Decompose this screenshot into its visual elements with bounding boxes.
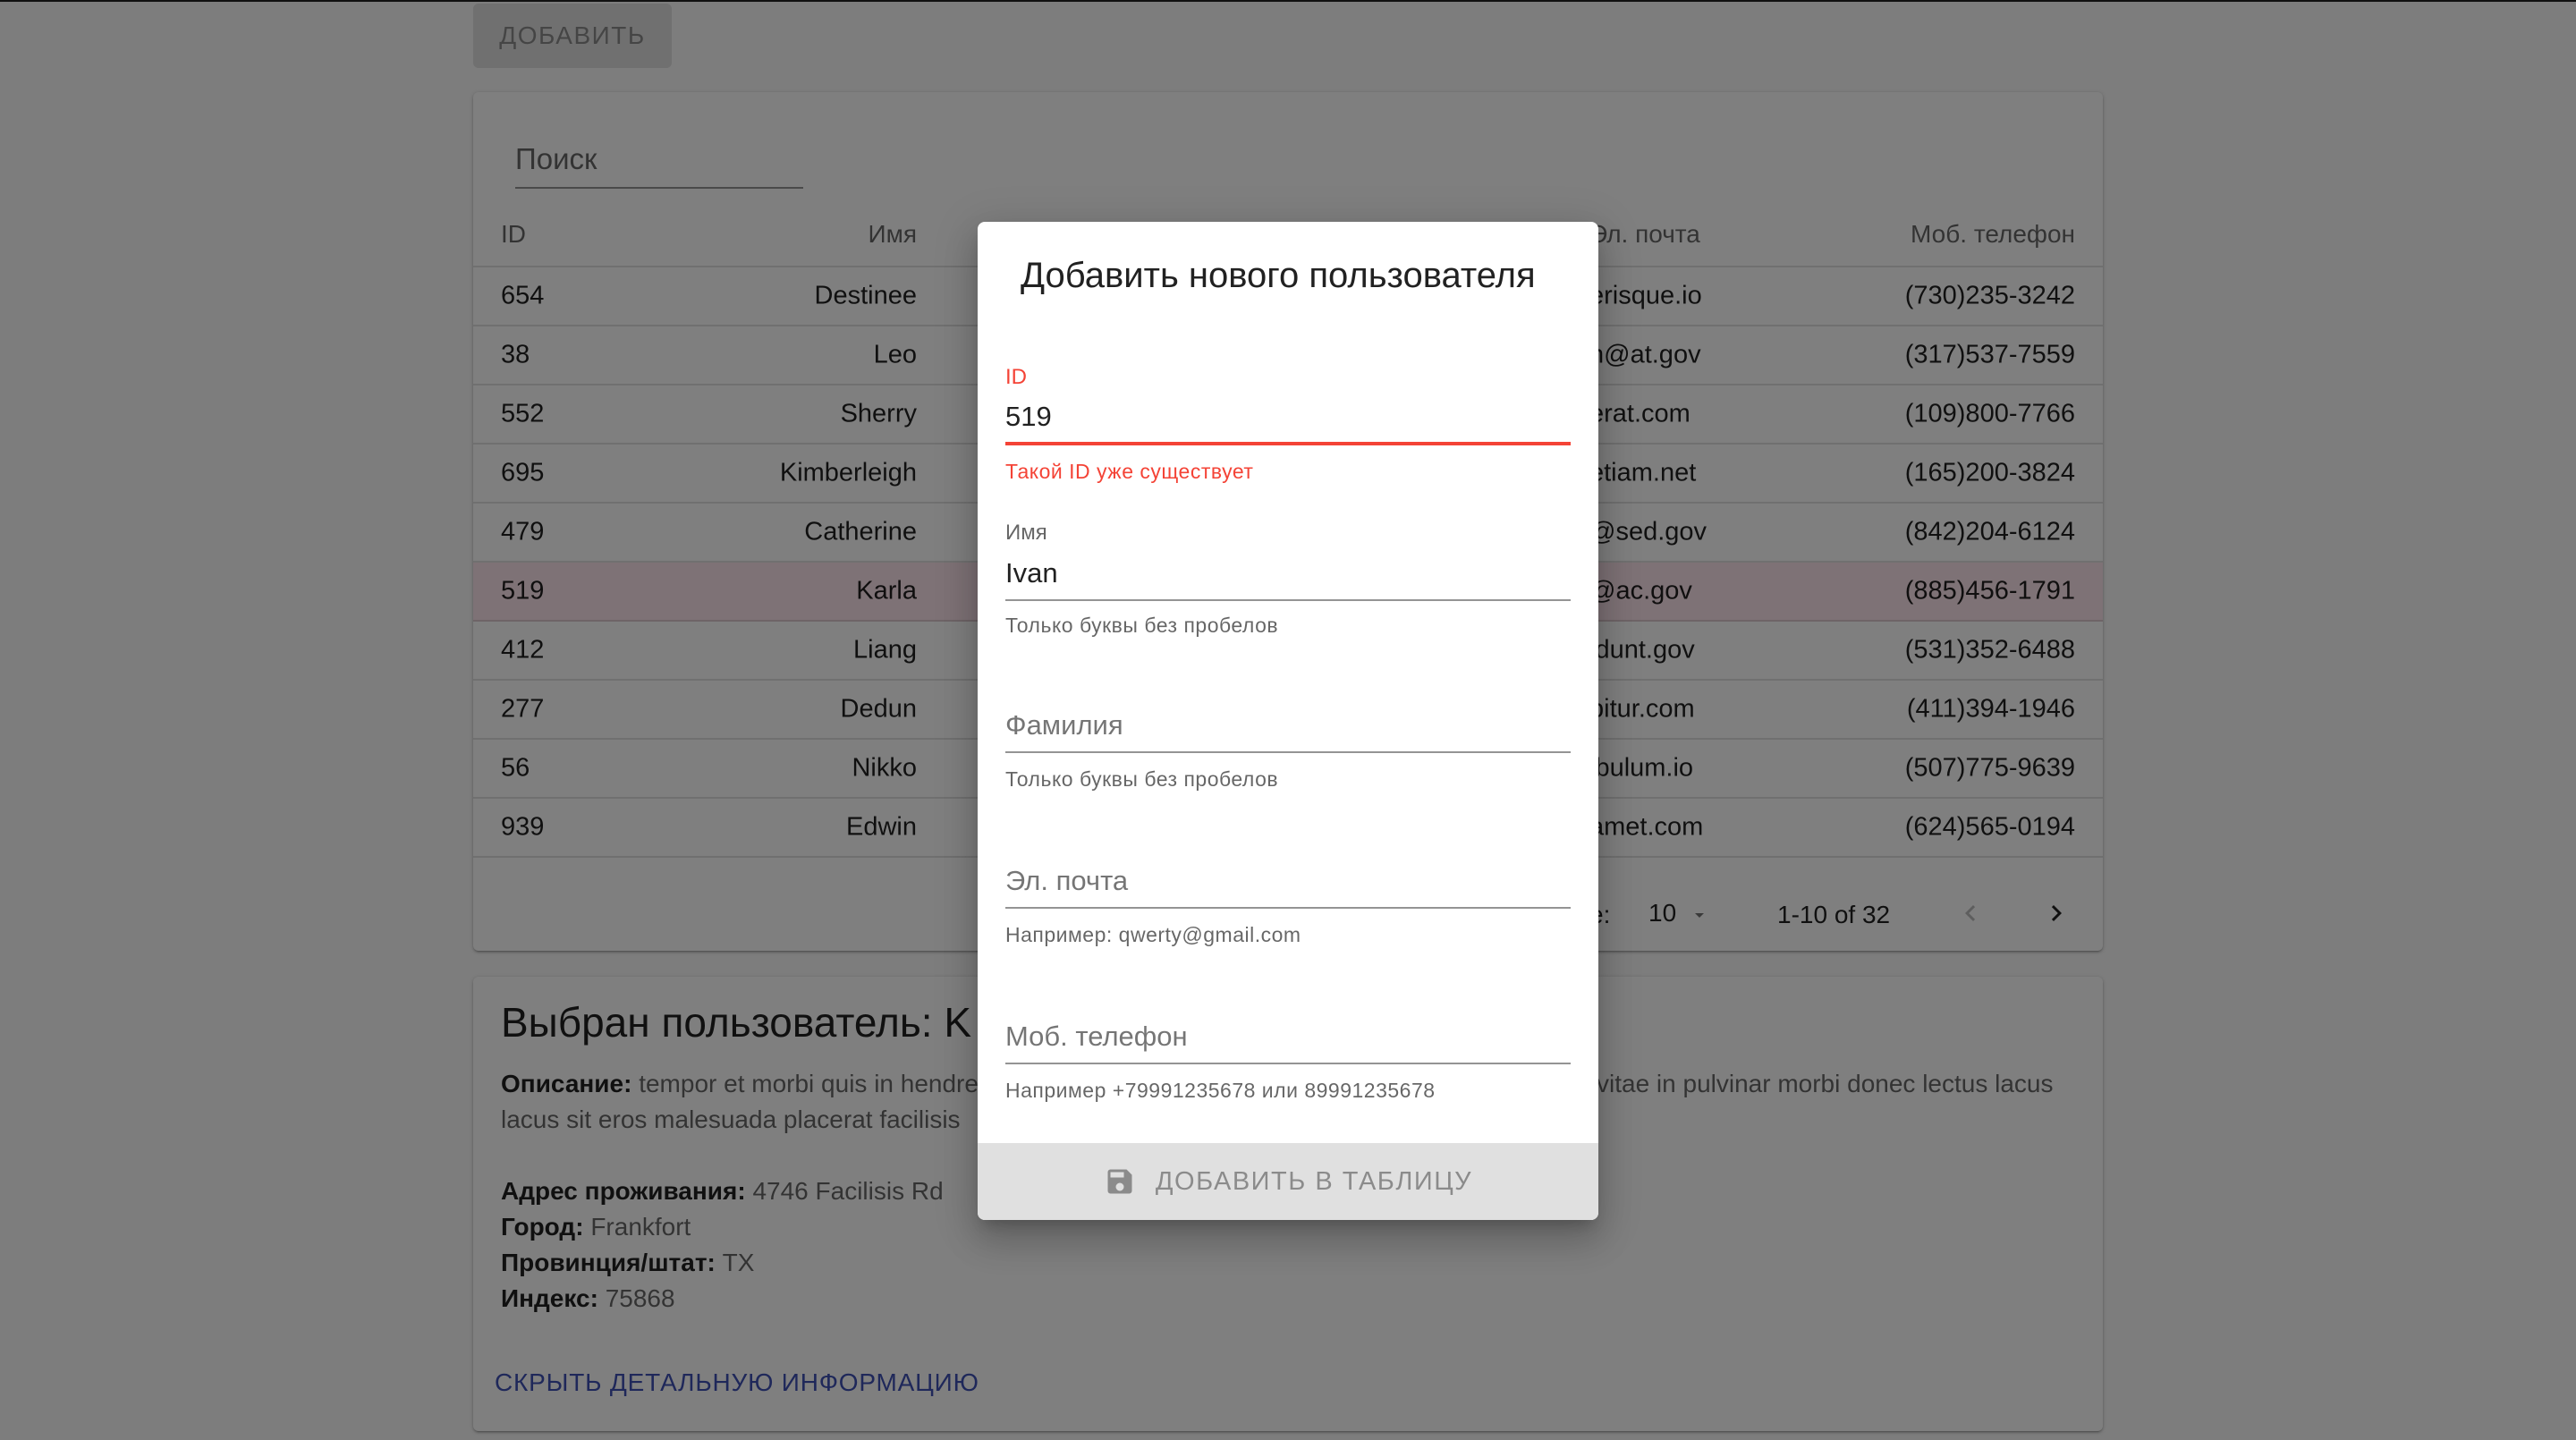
phone-input[interactable] [1005, 1011, 1571, 1064]
name-helper-text: Только буквы без пробелов [1005, 614, 1279, 637]
add-user-dialog: Добавить нового пользователя ID Такой ID… [978, 222, 1598, 1220]
id-error-text: Такой ID уже существует [1005, 460, 1254, 483]
email-helper-text: Например: qwerty@gmail.com [1005, 923, 1301, 946]
id-field: ID Такой ID уже существует [1005, 365, 1571, 483]
email-field: Например: qwerty@gmail.com [1005, 855, 1571, 962]
id-field-label: ID [1005, 365, 1027, 389]
add-to-table-label: ДОБАВИТЬ В ТАБЛИЦУ [1155, 1166, 1473, 1196]
save-icon [1107, 1169, 1132, 1194]
phone-field: Например +79991235678 или 89991235678 [1005, 1011, 1571, 1118]
add-to-table-button[interactable]: ДОБАВИТЬ В ТАБЛИЦУ [978, 1143, 1598, 1220]
phone-helper-text: Например +79991235678 или 89991235678 [1005, 1079, 1436, 1102]
surname-field: Только буквы без пробелов [1005, 699, 1571, 807]
dialog-title: Добавить нового пользователя [1021, 256, 1536, 295]
id-input[interactable] [1005, 392, 1571, 445]
name-field: Имя Только буквы без пробелов [1005, 521, 1571, 637]
name-field-label: Имя [1005, 521, 1047, 545]
email-input[interactable] [1005, 855, 1571, 909]
surname-helper-text: Только буквы без пробелов [1005, 767, 1279, 791]
name-input[interactable] [1005, 547, 1571, 601]
surname-input[interactable] [1005, 699, 1571, 753]
